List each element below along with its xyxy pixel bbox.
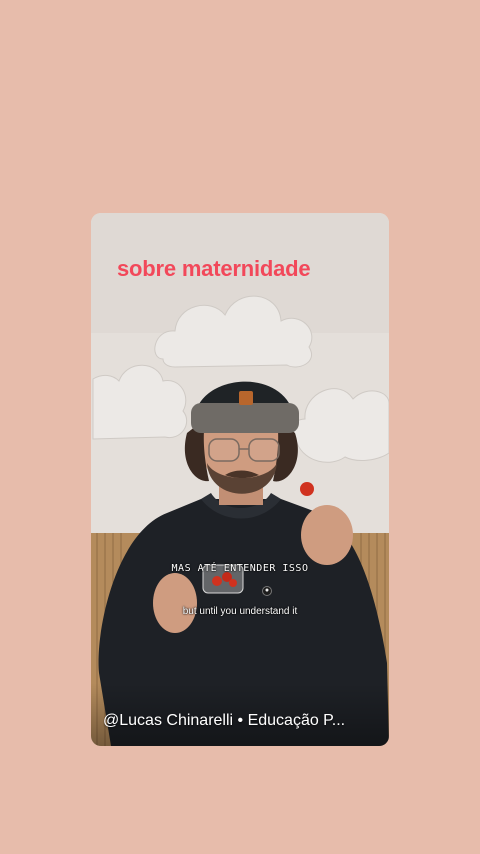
channel-handle-link[interactable]: @Lucas Chinarelli • Educação P... [103, 712, 385, 730]
video-overlay-title: sobre maternidade [117, 256, 311, 281]
video-caption-translation: but until you understand it [182, 606, 298, 617]
caption-marker-icon: ● [262, 586, 272, 596]
video-card[interactable]: sobre maternidade MAS ATÉ ENTENDER ISSO … [91, 213, 389, 746]
video-caption-main: MAS ATÉ ENTENDER ISSO [171, 563, 309, 574]
video-frame [91, 213, 389, 746]
